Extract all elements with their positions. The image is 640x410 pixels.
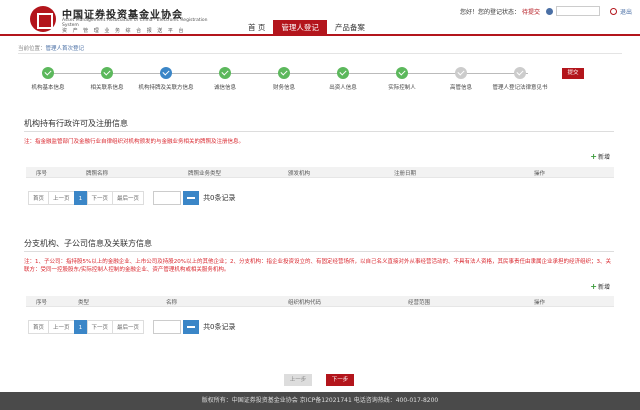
col-header: 序号 <box>36 171 48 177</box>
step-label: 相关联系信息 <box>90 85 124 91</box>
licenses-table-header: 序号 牌照名称 牌照业务类型 颁发机构 注册日期 操作 <box>26 167 614 178</box>
add-affiliate-button[interactable]: +新增 <box>590 282 610 291</box>
pager-next[interactable]: 下一页 <box>86 191 114 205</box>
status-label: 您好！您的登记状态： <box>459 8 520 16</box>
association-logo <box>30 6 56 32</box>
step-investor-info[interactable]: 出资人信息 <box>313 62 373 92</box>
nav-manager-registration[interactable]: 管理人登记 <box>273 20 327 36</box>
licenses-pager: 首页 上一页 1 下一页 最后一页 共0条记录 <box>28 191 236 205</box>
go-arrow-icon[interactable] <box>183 320 200 334</box>
section-note-licenses: 注：指金融监管部门及金融行业自律组织对机构颁发的与金融业务相关的牌照及注册信息。 <box>24 139 245 145</box>
step-label: 诚信信息 <box>213 85 236 91</box>
pager-prev[interactable]: 上一页 <box>48 191 75 205</box>
col-header: 类型 <box>78 300 90 306</box>
footer: 版权所有：中国证券投资基金业协会 京ICP备12021741 电话咨询热线：40… <box>0 392 640 410</box>
step-label: 高管信息 <box>449 85 472 91</box>
user-bar: 您好！您的登记状态： 待提交 退出 <box>460 6 632 16</box>
check-icon <box>160 67 172 79</box>
col-header: 颁发机构 <box>288 171 311 177</box>
affiliates-pager: 首页 上一页 1 下一页 最后一页 共0条记录 <box>28 320 236 334</box>
user-icon <box>545 7 553 15</box>
pager-first[interactable]: 首页 <box>28 320 50 334</box>
col-header: 注册日期 <box>394 171 417 177</box>
logout-link[interactable]: 退出 <box>620 7 632 16</box>
plus-icon: + <box>590 282 597 291</box>
step-label: 管理人登记法律意见书 <box>492 85 548 91</box>
divider <box>24 251 614 252</box>
divider <box>18 53 622 54</box>
pager-first[interactable]: 首页 <box>28 191 50 205</box>
nav-home[interactable]: 首 页 <box>240 20 273 36</box>
check-icon <box>514 67 526 79</box>
pager-last[interactable]: 最后一页 <box>112 320 145 334</box>
pager-next[interactable]: 下一页 <box>86 320 114 334</box>
next-step-button[interactable]: 下一步 <box>326 374 354 386</box>
add-label: 新增 <box>597 284 610 291</box>
page-jump-input[interactable] <box>153 191 182 205</box>
step-label: 机构基本信息 <box>31 85 65 91</box>
step-license-affiliates[interactable]: 机构持牌及关联方信息 <box>136 62 196 92</box>
record-count: 共0条记录 <box>203 194 236 202</box>
step-contact-info[interactable]: 相关联系信息 <box>77 62 137 92</box>
divider <box>24 131 614 132</box>
prev-step-button[interactable]: 上一步 <box>284 374 312 386</box>
step-label: 出资人信息 <box>329 85 357 91</box>
col-header: 操作 <box>534 300 546 306</box>
col-header: 序号 <box>36 300 48 306</box>
check-icon <box>42 67 54 79</box>
nav-product-filing[interactable]: 产品备案 <box>327 20 373 36</box>
submit-button[interactable]: 提交 <box>562 68 584 79</box>
platform-name: 资 产 管 理 业 务 综 合 报 送 平 台 <box>62 28 186 34</box>
section-note-affiliates: 注：1、子公司：指持股5%以上的金融企业、上市公司及持股20%以上的其他企业；2… <box>24 259 611 273</box>
breadcrumb-prefix: 当前位置： <box>18 46 46 52</box>
pager-last[interactable]: 最后一页 <box>112 191 145 205</box>
check-icon <box>278 67 290 79</box>
step-executive-info[interactable]: 高管信息 <box>431 62 491 92</box>
breadcrumb-current[interactable]: 管理人首次登记 <box>46 46 85 52</box>
check-icon <box>101 67 113 79</box>
section-title-licenses: 机构持有行政许可及注册信息 <box>24 119 128 128</box>
col-header: 牌照名称 <box>86 171 109 177</box>
pager-page[interactable]: 1 <box>73 191 88 205</box>
check-icon <box>219 67 231 79</box>
step-basic-info[interactable]: 机构基本信息 <box>18 62 78 92</box>
pager-page[interactable]: 1 <box>73 320 88 334</box>
record-count: 共0条记录 <box>203 323 236 331</box>
section-title-affiliates: 分支机构、子公司信息及关联方信息 <box>24 239 152 248</box>
step-actual-controller[interactable]: 实际控制人 <box>372 62 432 92</box>
page-jump-input[interactable] <box>153 320 182 334</box>
col-header: 组织机构代码 <box>288 300 322 306</box>
col-header: 经营范围 <box>408 300 431 306</box>
registration-stepper: 机构基本信息 相关联系信息 机构持牌及关联方信息 诚信信息 财务信息 出资人信息… <box>22 62 562 102</box>
power-icon[interactable] <box>609 7 617 15</box>
step-label: 实际控制人 <box>388 85 416 91</box>
breadcrumb: 当前位置：管理人首次登记 <box>18 44 84 52</box>
col-header: 牌照业务类型 <box>188 171 222 177</box>
step-legal-opinion[interactable]: 管理人登记法律意见书 <box>490 62 550 92</box>
col-header: 操作 <box>534 171 546 177</box>
pager-prev[interactable]: 上一页 <box>48 320 75 334</box>
add-license-button[interactable]: +新增 <box>590 152 610 161</box>
step-integrity-info[interactable]: 诚信信息 <box>195 62 255 92</box>
affiliates-table-header: 序号 类型 名称 组织机构代码 经营范围 操作 <box>26 296 614 307</box>
top-nav: 首 页 管理人登记 产品备案 <box>240 20 373 36</box>
col-header: 名称 <box>166 300 178 306</box>
plus-icon: + <box>590 152 597 161</box>
status-value: 待提交 <box>521 8 540 16</box>
check-icon <box>396 67 408 79</box>
step-financial-info[interactable]: 财务信息 <box>254 62 314 92</box>
header: 中国证券投资基金业协会 Asset Management Association… <box>0 0 640 36</box>
check-icon <box>455 67 467 79</box>
add-label: 新增 <box>597 154 610 161</box>
go-arrow-icon[interactable] <box>183 191 200 205</box>
user-name-box <box>555 6 600 16</box>
check-icon <box>337 67 349 79</box>
step-label: 财务信息 <box>272 85 295 91</box>
step-label: 机构持牌及关联方信息 <box>138 85 194 91</box>
